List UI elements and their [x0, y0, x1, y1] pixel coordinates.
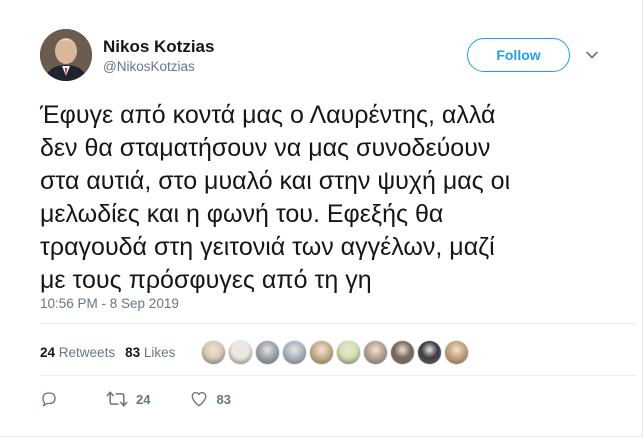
tweet-text: Έφυγε από κοντά μας ο Λαυρέντης, αλλά δε…: [40, 101, 511, 294]
tweet-card: Nikos Kotzias @NikosKotzias Follow Έφυγε…: [0, 0, 643, 437]
likes-stat[interactable]: 83 Likes: [125, 345, 175, 360]
liker-avatar[interactable]: [255, 340, 280, 365]
liker-avatar[interactable]: [363, 340, 388, 365]
like-button[interactable]: 83: [190, 390, 231, 408]
author-avatar[interactable]: [40, 29, 92, 81]
liker-avatar[interactable]: [390, 340, 415, 365]
retweets-stat[interactable]: 24 Retweets: [40, 345, 115, 360]
liker-avatar[interactable]: [228, 340, 253, 365]
tweet-timestamp[interactable]: 10:56 PM - 8 Sep 2019: [40, 296, 179, 311]
retweet-icon: [106, 391, 128, 407]
author-name[interactable]: Nikos Kotzias: [103, 37, 214, 57]
liker-avatar[interactable]: [336, 340, 361, 365]
divider: [40, 323, 636, 324]
like-count: 83: [216, 391, 231, 407]
liker-avatar[interactable]: [417, 340, 442, 365]
heart-icon: [192, 391, 207, 407]
retweet-button[interactable]: 24: [106, 390, 150, 408]
liker-avatar[interactable]: [309, 340, 334, 365]
retweets-label: Retweets: [58, 345, 116, 360]
author-handle[interactable]: @NikosKotzias: [103, 59, 195, 74]
liker-avatar[interactable]: [444, 340, 469, 365]
reply-button[interactable]: [40, 390, 66, 408]
likes-label: Likes: [143, 345, 176, 360]
chevron-down-icon[interactable]: [584, 47, 600, 63]
retweets-count: 24: [40, 345, 56, 360]
liker-avatar[interactable]: [282, 340, 307, 365]
reply-icon: [42, 392, 56, 407]
tweet-actions: 24 83: [40, 390, 271, 408]
divider: [40, 375, 636, 376]
liker-avatar[interactable]: [201, 340, 226, 365]
follow-button[interactable]: Follow: [467, 38, 570, 72]
tweet-stats: 24 Retweets 83 Likes: [40, 345, 185, 360]
retweet-count: 24: [136, 391, 151, 407]
liker-avatars: [201, 340, 469, 365]
likes-count: 83: [125, 345, 141, 360]
